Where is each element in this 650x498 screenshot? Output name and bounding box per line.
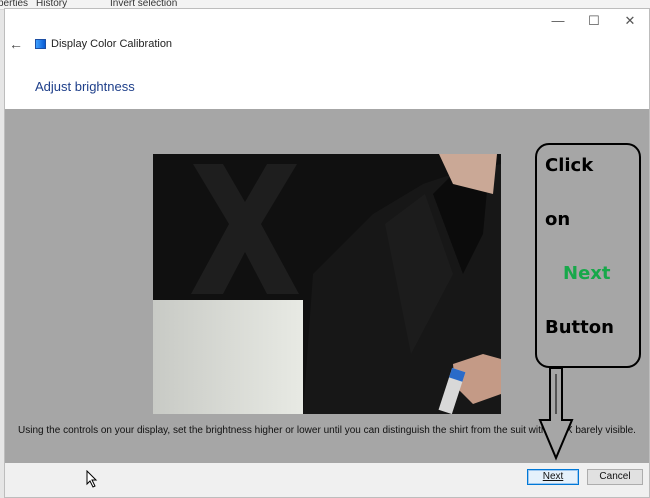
callout-line-2: on xyxy=(545,209,571,230)
instruction-callout: Click on Next Button xyxy=(535,143,641,368)
dialog-footer: Next Cancel xyxy=(5,463,649,497)
calibration-image xyxy=(153,154,501,414)
calibration-photo xyxy=(153,154,501,414)
display-calibration-icon xyxy=(35,39,46,49)
close-button[interactable]: ✕ xyxy=(613,11,647,31)
next-button-label: Next xyxy=(542,471,564,482)
minimize-button[interactable]: — xyxy=(541,11,575,31)
next-button[interactable]: Next xyxy=(527,469,579,485)
title-bar: — ☐ ✕ xyxy=(5,9,649,35)
page-heading: Adjust brightness xyxy=(35,79,135,94)
callout-line-4: Button xyxy=(545,317,614,338)
callout-line-3: Next xyxy=(563,263,611,284)
cancel-button[interactable]: Cancel xyxy=(587,469,643,485)
callout-line-1: Click xyxy=(545,155,594,176)
cancel-button-label: Cancel xyxy=(599,471,631,482)
down-arrow-icon xyxy=(538,368,574,461)
window-title: Display Color Calibration xyxy=(51,38,173,50)
mouse-cursor-icon xyxy=(86,470,98,488)
maximize-button[interactable]: ☐ xyxy=(577,11,611,31)
back-arrow-icon[interactable]: ← xyxy=(9,36,23,52)
navigation-bar: ← Display Color Calibration xyxy=(5,35,649,57)
